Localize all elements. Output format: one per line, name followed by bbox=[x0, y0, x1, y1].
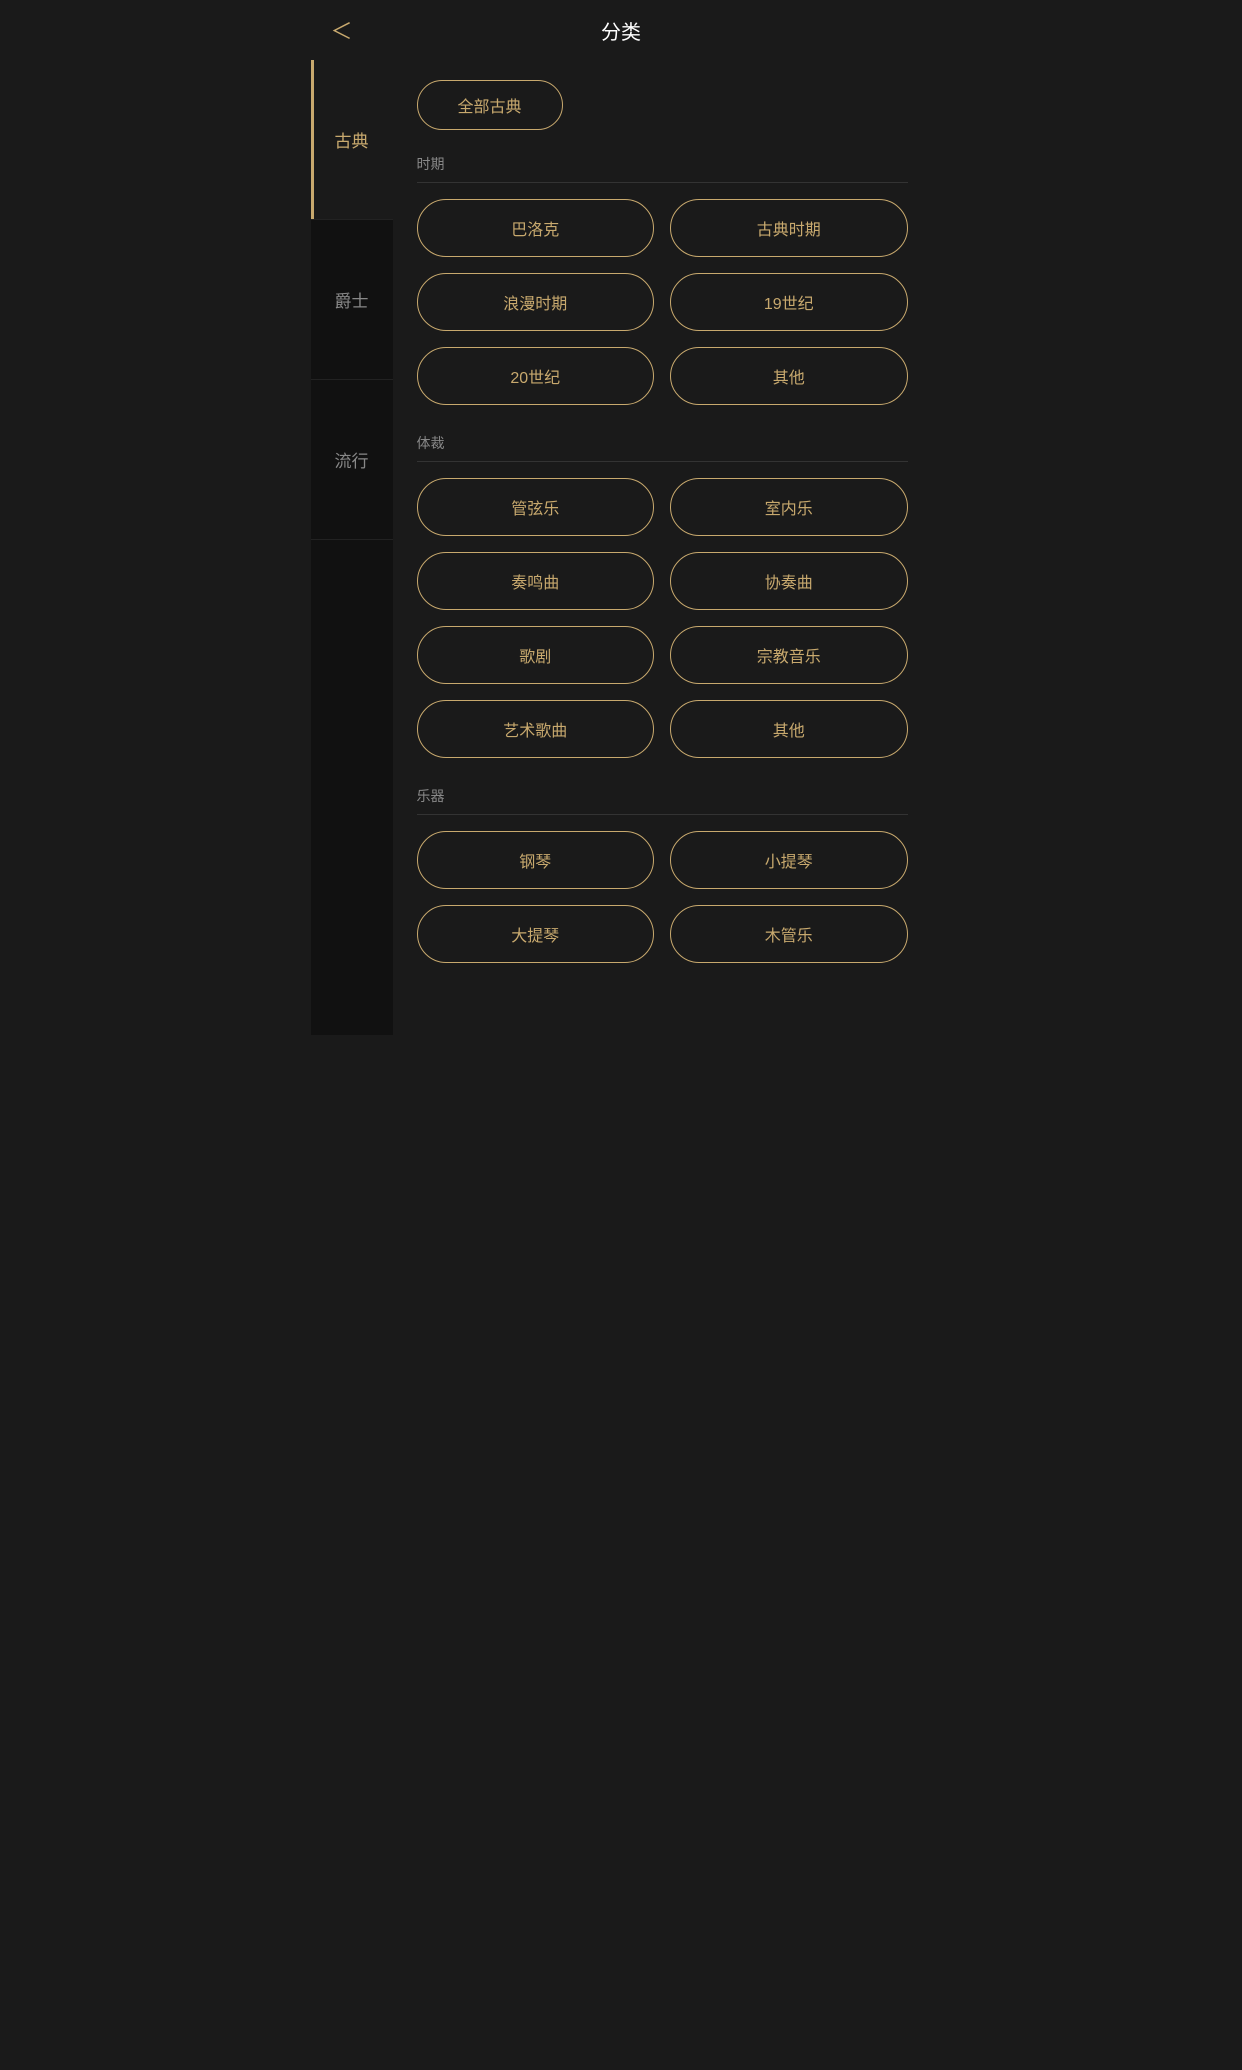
sidebar-item-label: 流行 bbox=[335, 447, 369, 472]
tag-romantic[interactable]: 浪漫时期 bbox=[417, 273, 655, 331]
all-classical-button[interactable]: 全部古典 bbox=[417, 80, 563, 130]
all-button-row: 全部古典 bbox=[417, 80, 908, 130]
instrument-section-label: 乐器 bbox=[417, 786, 908, 815]
genre-section: 体裁 管弦乐 室内乐 奏鸣曲 协奏曲 歌剧 宗教音乐 艺术歌曲 其他 bbox=[417, 433, 908, 758]
genre-section-label: 体裁 bbox=[417, 433, 908, 462]
tag-classical-period[interactable]: 古典时期 bbox=[670, 199, 908, 257]
header: ＜ 分类 bbox=[311, 0, 932, 60]
page-title: 分类 bbox=[601, 16, 641, 45]
genre-tags-grid: 管弦乐 室内乐 奏鸣曲 协奏曲 歌剧 宗教音乐 艺术歌曲 其他 bbox=[417, 478, 908, 758]
sidebar-item-pop[interactable]: 流行 bbox=[311, 380, 393, 540]
tag-concerto[interactable]: 协奏曲 bbox=[670, 552, 908, 610]
period-section: 时期 巴洛克 古典时期 浪漫时期 19世纪 20世纪 其他 bbox=[417, 154, 908, 405]
main-layout: 古典 爵士 流行 全部古典 时期 巴洛克 古典时期 浪漫时期 19世纪 20世纪… bbox=[311, 60, 932, 1035]
instrument-section: 乐器 钢琴 小提琴 大提琴 木管乐 bbox=[417, 786, 908, 963]
tag-20th-century[interactable]: 20世纪 bbox=[417, 347, 655, 405]
sidebar: 古典 爵士 流行 bbox=[311, 60, 393, 1035]
tag-violin[interactable]: 小提琴 bbox=[670, 831, 908, 889]
tag-sonata[interactable]: 奏鸣曲 bbox=[417, 552, 655, 610]
sidebar-item-jazz[interactable]: 爵士 bbox=[311, 220, 393, 380]
instrument-tags-grid: 钢琴 小提琴 大提琴 木管乐 bbox=[417, 831, 908, 963]
tag-19th-century[interactable]: 19世纪 bbox=[670, 273, 908, 331]
back-button[interactable]: ＜ bbox=[331, 14, 353, 46]
tag-baroque[interactable]: 巴洛克 bbox=[417, 199, 655, 257]
period-tags-grid: 巴洛克 古典时期 浪漫时期 19世纪 20世纪 其他 bbox=[417, 199, 908, 405]
tag-other-period[interactable]: 其他 bbox=[670, 347, 908, 405]
tag-chamber[interactable]: 室内乐 bbox=[670, 478, 908, 536]
tag-opera[interactable]: 歌剧 bbox=[417, 626, 655, 684]
sidebar-item-label: 古典 bbox=[335, 127, 369, 152]
tag-woodwind[interactable]: 木管乐 bbox=[670, 905, 908, 963]
sidebar-item-label: 爵士 bbox=[335, 287, 369, 312]
tag-art-song[interactable]: 艺术歌曲 bbox=[417, 700, 655, 758]
tag-orchestral[interactable]: 管弦乐 bbox=[417, 478, 655, 536]
content-area: 全部古典 时期 巴洛克 古典时期 浪漫时期 19世纪 20世纪 其他 体裁 管弦… bbox=[393, 60, 932, 1035]
tag-sacred[interactable]: 宗教音乐 bbox=[670, 626, 908, 684]
sidebar-item-classical[interactable]: 古典 bbox=[311, 60, 393, 220]
tag-other-genre[interactable]: 其他 bbox=[670, 700, 908, 758]
tag-piano[interactable]: 钢琴 bbox=[417, 831, 655, 889]
tag-cello[interactable]: 大提琴 bbox=[417, 905, 655, 963]
period-section-label: 时期 bbox=[417, 154, 908, 183]
